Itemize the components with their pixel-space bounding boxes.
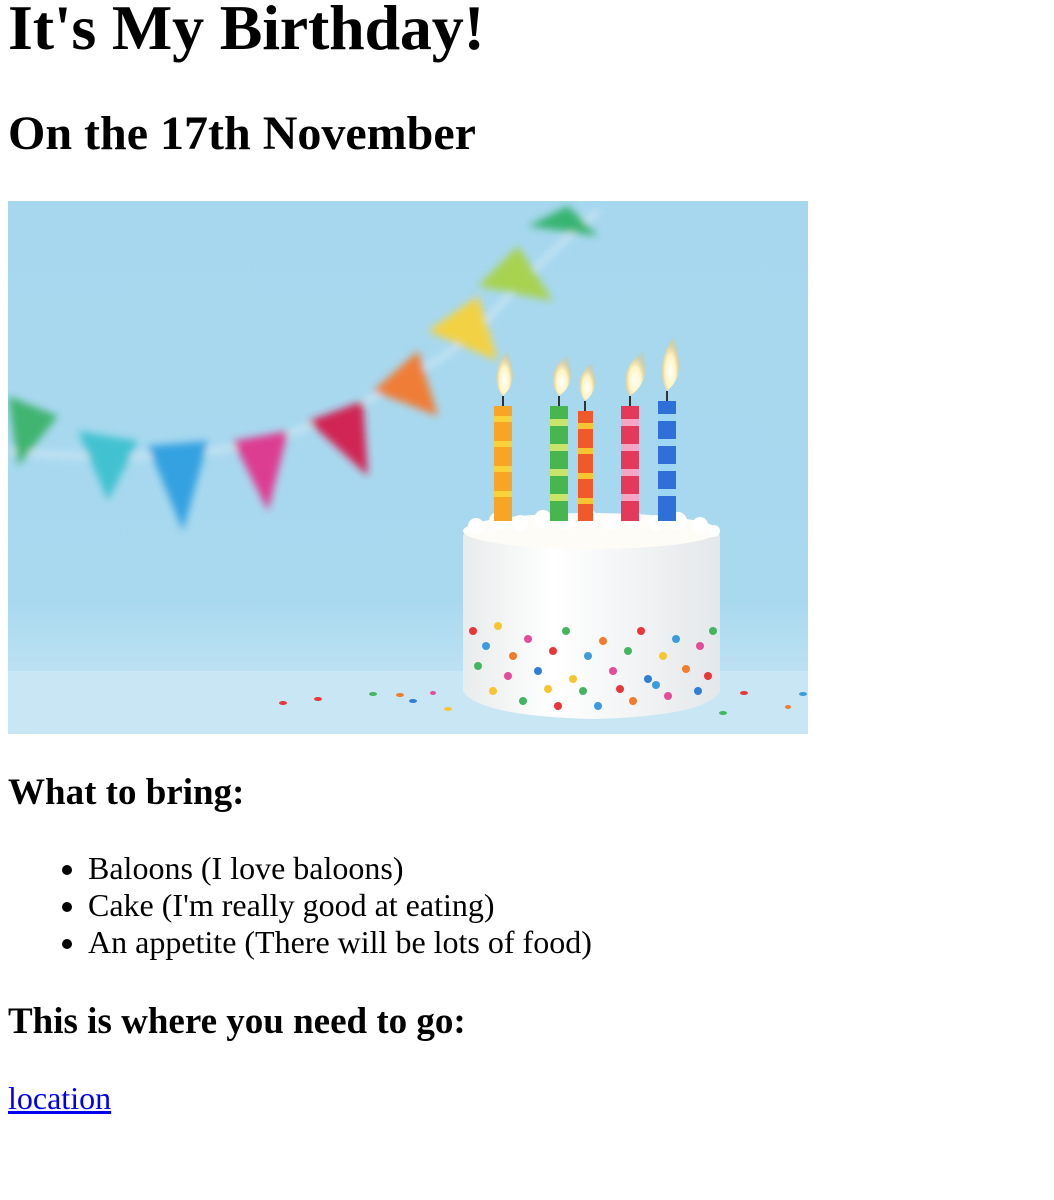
- page-title: It's My Birthday!: [8, 0, 485, 63]
- list-item: An appetite (There will be lots of food): [88, 924, 592, 961]
- directions-heading: This is where you need to go:: [8, 1001, 466, 1042]
- what-to-bring-heading: What to bring:: [8, 772, 245, 813]
- page-subtitle-date: On the 17th November: [8, 107, 476, 160]
- list-item: Baloons (I love baloons): [88, 850, 592, 887]
- page: It's My Birthday! On the 17th November W…: [8, 0, 1048, 1116]
- location-link[interactable]: location: [8, 1080, 111, 1117]
- birthday-cake-image: [8, 201, 808, 734]
- bring-list: Baloons (I love baloons) Cake (I'm reall…: [8, 850, 592, 961]
- list-item: Cake (I'm really good at eating): [88, 887, 592, 924]
